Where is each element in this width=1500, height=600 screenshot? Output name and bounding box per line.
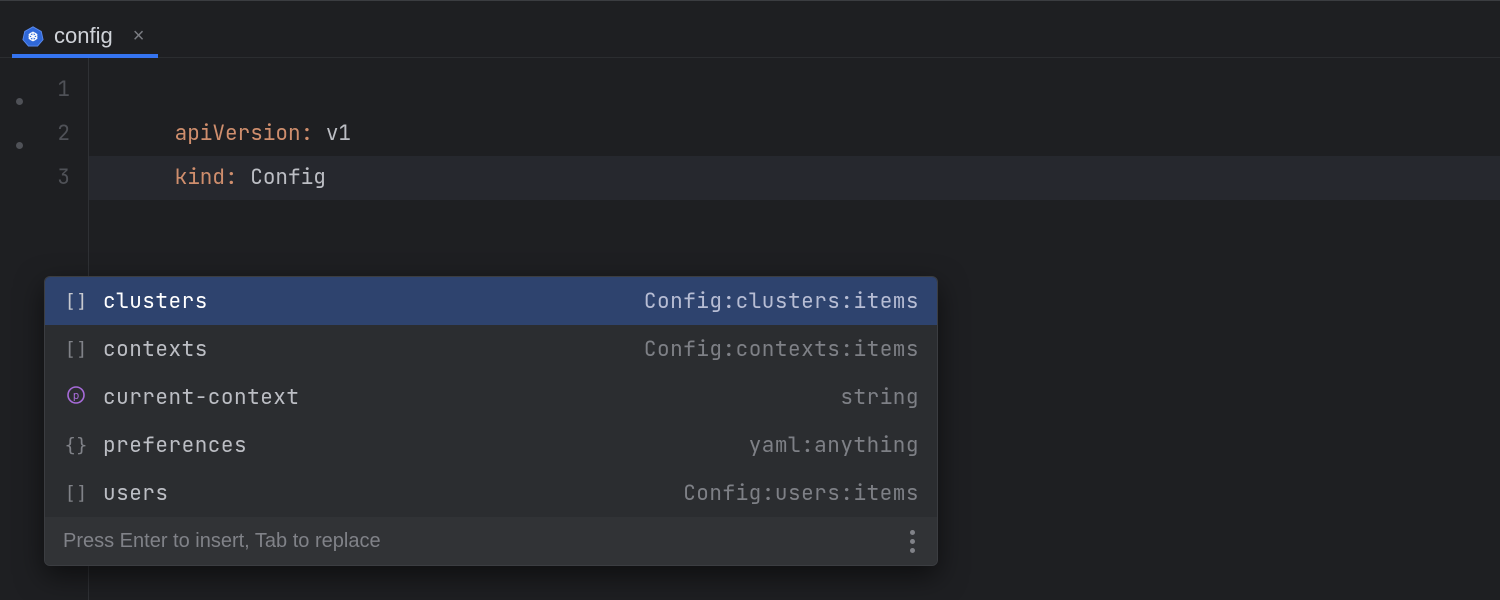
close-icon[interactable]: × — [133, 26, 145, 46]
gutter-marker-icon — [16, 142, 23, 149]
yaml-value: Config — [250, 164, 326, 191]
autocomplete-item[interactable]: [] clusters Config:clusters:items — [45, 277, 937, 325]
object-icon: {} — [63, 434, 89, 456]
autocomplete-footer: Press Enter to insert, Tab to replace — [45, 517, 937, 565]
array-icon: [] — [63, 338, 89, 360]
autocomplete-item[interactable]: [] users Config:users:items — [45, 469, 937, 517]
editor[interactable]: 1 2 3 apiVersion: v1 kind: Config [] clu… — [0, 58, 1500, 600]
autocomplete-label: clusters — [103, 288, 208, 315]
autocomplete-item[interactable]: [] contexts Config:contexts:items — [45, 325, 937, 373]
property-icon: p — [63, 385, 89, 410]
gutter-marker-icon — [16, 98, 23, 105]
line-number: 3 — [0, 156, 88, 200]
line-number: 2 — [0, 112, 88, 156]
code-line[interactable]: apiVersion: v1 — [89, 68, 1500, 112]
autocomplete-type: Config:clusters:items — [644, 288, 919, 315]
svg-text:p: p — [73, 389, 80, 402]
autocomplete-type: Config:users:items — [683, 480, 919, 507]
autocomplete-type: Config:contexts:items — [644, 336, 919, 363]
autocomplete-label: users — [103, 480, 169, 507]
autocomplete-label: contexts — [103, 336, 208, 363]
autocomplete-type: string — [840, 384, 919, 411]
yaml-key: kind — [175, 164, 225, 191]
array-icon: [] — [63, 290, 89, 312]
autocomplete-item[interactable]: {} preferences yaml:anything — [45, 421, 937, 469]
autocomplete-label: preferences — [103, 432, 247, 459]
kubernetes-icon — [22, 25, 44, 47]
autocomplete-item[interactable]: p current-context string — [45, 373, 937, 421]
yaml-value: v1 — [326, 120, 351, 147]
array-icon: [] — [63, 482, 89, 504]
tab-bar: config × — [0, 0, 1500, 58]
tab-config[interactable]: config × — [12, 13, 158, 57]
kebab-menu-icon[interactable] — [906, 526, 919, 557]
autocomplete-label: current-context — [103, 384, 300, 411]
yaml-key: apiVersion — [175, 120, 301, 147]
line-number: 1 — [0, 68, 88, 112]
tab-label: config — [54, 23, 113, 49]
autocomplete-hint: Press Enter to insert, Tab to replace — [63, 530, 381, 553]
autocomplete-popup: [] clusters Config:clusters:items [] con… — [44, 276, 938, 566]
autocomplete-type: yaml:anything — [749, 432, 919, 459]
